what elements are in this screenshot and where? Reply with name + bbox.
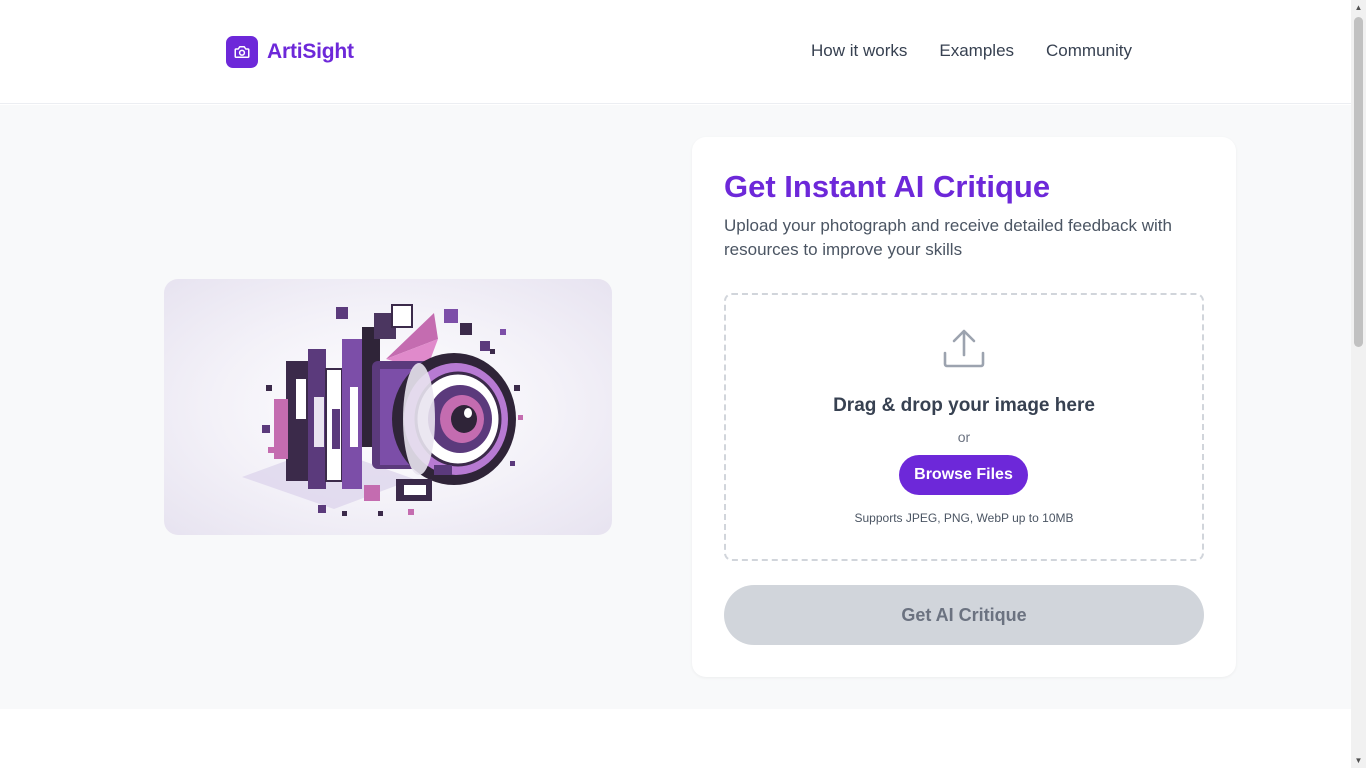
get-ai-critique-button[interactable]: Get AI Critique <box>724 585 1204 645</box>
scroll-up-arrow-icon[interactable]: ▲ <box>1351 0 1366 15</box>
card-subtitle: Upload your photograph and receive detai… <box>724 216 1172 259</box>
page-scrollbar[interactable]: ▲ ▼ <box>1351 0 1366 768</box>
critique-card: Get Instant AI Critique Upload your phot… <box>692 137 1236 677</box>
nav-link-examples[interactable]: Examples <box>939 41 1014 61</box>
main-nav: How it works Examples Community <box>811 41 1132 61</box>
dropzone-or: or <box>957 429 971 445</box>
hero-illustration <box>164 279 612 535</box>
site-header: ArtiSight How it works Examples Communit… <box>0 0 1351 104</box>
upload-dropzone[interactable]: Drag & drop your image here or Browse Fi… <box>724 293 1204 561</box>
nav-link-community[interactable]: Community <box>1046 41 1132 61</box>
hero-section: Get Instant AI Critique Upload your phot… <box>0 105 1351 709</box>
isometric-camera-illustration <box>242 304 523 516</box>
nav-link-how-it-works[interactable]: How it works <box>811 41 907 61</box>
scrollbar-thumb[interactable] <box>1354 17 1363 347</box>
card-title: Get Instant AI Critique <box>724 169 1051 204</box>
scroll-down-arrow-icon[interactable]: ▼ <box>1351 753 1366 768</box>
brand-name: ArtiSight <box>267 40 354 63</box>
camera-icon <box>226 36 258 68</box>
dropzone-title: Drag & drop your image here <box>833 395 1095 416</box>
browse-files-button[interactable]: Browse Files <box>899 455 1028 495</box>
dropzone-support-text: Supports JPEG, PNG, WebP up to 10MB <box>854 511 1074 525</box>
brand-logo[interactable]: ArtiSight <box>226 36 354 68</box>
upload-icon <box>942 329 986 374</box>
